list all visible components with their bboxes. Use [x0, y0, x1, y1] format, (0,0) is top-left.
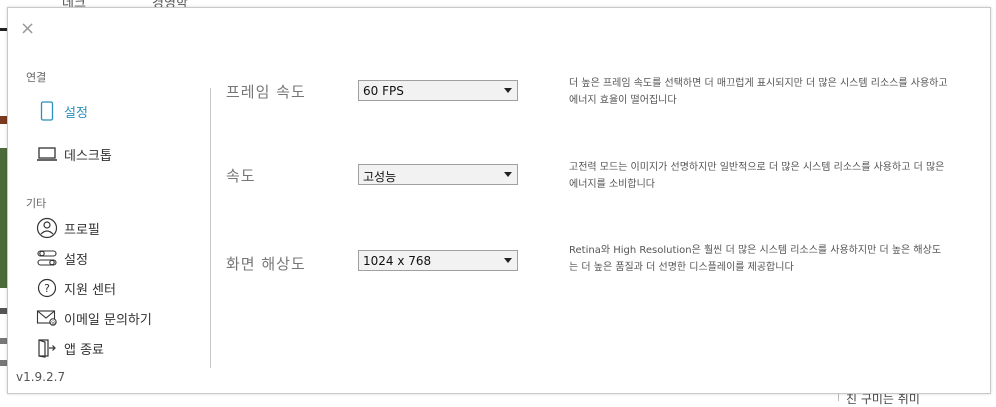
sidebar-item-label: 설정 — [64, 105, 88, 121]
chevron-down-icon — [504, 172, 512, 177]
sidebar-item-support[interactable]: ? 지원 센터 — [36, 277, 116, 299]
profile-icon — [36, 217, 58, 239]
sidebar-item-settings-connection[interactable]: 설정 — [36, 100, 88, 122]
speed-select[interactable]: 고성능 — [358, 164, 518, 185]
chevron-down-icon — [504, 88, 512, 93]
mobile-icon — [36, 100, 58, 122]
setting-label-frame-rate: 프레임 속도 — [226, 83, 306, 101]
background-page-left — [0, 8, 7, 401]
sidebar-item-profile[interactable]: 프로필 — [36, 217, 100, 239]
select-value: 1024 x 768 — [363, 254, 432, 268]
sidebar-divider — [210, 88, 211, 368]
setting-description-resolution: Retina와 High Resolution은 훨씬 더 많은 시스템 리소스… — [569, 245, 942, 273]
sidebar-item-label: 이메일 문의하기 — [64, 312, 152, 328]
section-title-etc: 기타 — [26, 197, 47, 210]
help-icon: ? — [36, 277, 58, 299]
sidebar-item-label: 앱 종료 — [64, 342, 105, 358]
sidebar-item-exit[interactable]: 앱 종료 — [36, 337, 104, 359]
setting-description-speed: 고전력 모드는 이미지가 선명하지만 일반적으로 더 많은 시스템 리소스를 사… — [569, 162, 945, 190]
frame-rate-select[interactable]: 60 FPS — [358, 80, 518, 101]
background-page-right — [992, 8, 996, 401]
sidebar-item-email[interactable]: @ 이메일 문의하기 — [36, 307, 152, 329]
sidebar-item-label: 데스크톱 — [64, 148, 112, 164]
resolution-select[interactable]: 1024 x 768 — [358, 250, 518, 271]
setting-description-frame-rate: 더 높은 프레임 속도를 선택하면 더 매끄럽게 표시되지만 더 많은 시스템 … — [569, 78, 948, 106]
svg-text:@: @ — [50, 320, 56, 326]
toggle-settings-icon — [36, 247, 58, 269]
exit-icon — [36, 337, 58, 359]
sidebar-item-settings[interactable]: 설정 — [36, 247, 88, 269]
mail-icon: @ — [36, 307, 58, 329]
sidebar-item-label: 프로필 — [64, 222, 100, 238]
version-label: v1.9.2.7 — [16, 370, 66, 384]
setting-label-speed: 속도 — [226, 167, 256, 185]
sidebar-item-label: 지원 센터 — [64, 282, 116, 298]
select-value: 고성능 — [363, 170, 397, 184]
sidebar-item-desktop[interactable]: 데스크톱 — [36, 143, 112, 165]
laptop-icon — [36, 143, 58, 165]
svg-text:?: ? — [44, 282, 50, 295]
sidebar-item-label: 설정 — [64, 252, 88, 268]
chevron-down-icon — [504, 258, 512, 263]
select-value: 60 FPS — [363, 84, 404, 98]
section-title-connection: 연결 — [26, 71, 47, 84]
background-page-bottom: 친 구미는 취미 — [0, 392, 996, 406]
sidebar: 연결 설정 데스크톱 기타 프로필 설정 ? 지원 센터 @ 이메일 문의하기 … — [8, 8, 208, 393]
setting-label-resolution: 화면 해상도 — [226, 255, 306, 273]
settings-dialog: × 연결 설정 데스크톱 기타 프로필 설정 ? 지원 센터 @ 이메일 문의하… — [7, 7, 991, 394]
